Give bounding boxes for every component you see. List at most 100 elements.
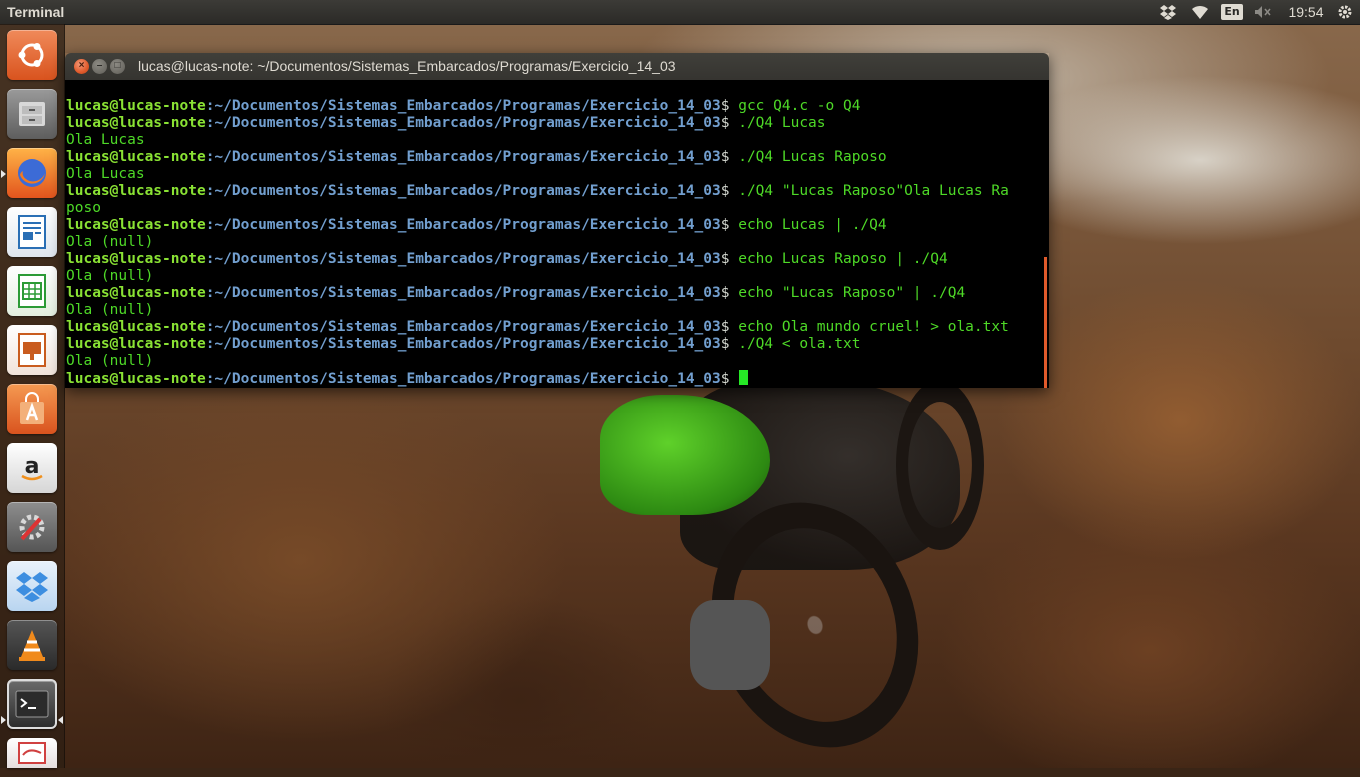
output-text: poso [66, 200, 101, 216]
calc-button[interactable] [7, 266, 57, 316]
gear-icon[interactable] [1335, 0, 1355, 24]
software-center-button[interactable] [7, 384, 57, 434]
wifi-icon[interactable] [1188, 0, 1212, 24]
terminal-output-line: Ola (null) [66, 302, 1009, 319]
command-text: echo "Lucas Raposo" | ./Q4 [729, 285, 966, 301]
amazon-button[interactable]: a [7, 443, 57, 493]
terminal-prompt-line: lucas@lucas-note:~/Documentos/Sistemas_E… [66, 336, 1009, 353]
window-title: lucas@lucas-note: ~/Documentos/Sistemas_… [138, 58, 676, 74]
prompt-path: :~/Documentos/Sistemas_Embarcados/Progra… [205, 319, 721, 335]
prompt-user: lucas@lucas-note [66, 217, 206, 233]
text-cursor [739, 370, 749, 385]
terminal-output-line: poso [66, 200, 1009, 217]
ubuntu-dash-button[interactable] [7, 30, 57, 80]
command-text: ./Q4 Lucas Raposo [729, 149, 887, 165]
wallpaper-rider-boot [690, 600, 770, 690]
prompt-user: lucas@lucas-note [66, 319, 206, 335]
prompt-path: :~/Documentos/Sistemas_Embarcados/Progra… [205, 149, 721, 165]
terminal-window[interactable]: × – □ lucas@lucas-note: ~/Documentos/Sis… [65, 53, 1049, 388]
wallpaper-rear-wheel [896, 380, 984, 550]
scrollbar[interactable] [1044, 257, 1047, 388]
terminal-output-line: Ola (null) [66, 234, 1009, 251]
prompt-path: :~/Documentos/Sistemas_Embarcados/Progra… [205, 183, 721, 199]
text-editor-button[interactable] [7, 738, 57, 768]
running-indicator [1, 716, 6, 724]
terminal-button[interactable] [7, 679, 57, 729]
terminal-prompt-line: lucas@lucas-note:~/Documentos/Sistemas_E… [66, 149, 1009, 166]
command-text: ./Q4 Lucas [729, 115, 826, 131]
dropbox-icon[interactable] [1157, 0, 1179, 24]
prompt-user: lucas@lucas-note [66, 251, 206, 267]
prompt-path: :~/Documentos/Sistemas_Embarcados/Progra… [205, 285, 721, 301]
output-text: Ola Lucas [66, 132, 145, 148]
running-indicator [1, 170, 6, 178]
prompt-path: :~/Documentos/Sistemas_Embarcados/Progra… [205, 336, 721, 352]
svg-text:a: a [25, 454, 40, 479]
writer-button[interactable] [7, 207, 57, 257]
prompt-user: lucas@lucas-note [66, 183, 206, 199]
command-text: echo Ola mundo cruel! > ola.txt [729, 319, 1009, 335]
terminal-content[interactable]: lucas@lucas-note:~/Documentos/Sistemas_E… [65, 80, 1049, 388]
terminal-prompt-line: lucas@lucas-note:~/Documentos/Sistemas_E… [66, 285, 1009, 302]
firefox-button[interactable] [7, 148, 57, 198]
text-editor-icon [18, 742, 46, 764]
dropbox-button[interactable] [7, 561, 57, 611]
clock[interactable]: 19:54 [1284, 0, 1328, 24]
prompt-user: lucas@lucas-note [66, 285, 206, 301]
prompt-user: lucas@lucas-note [66, 336, 206, 352]
focused-indicator [58, 716, 63, 724]
keyboard-language-indicator[interactable]: En [1221, 0, 1243, 24]
prompt-user: lucas@lucas-note [66, 98, 206, 114]
prompt-user: lucas@lucas-note [66, 115, 206, 131]
vlc-button[interactable] [7, 620, 57, 670]
terminal-prompt-line: lucas@lucas-note:~/Documentos/Sistemas_E… [66, 183, 1009, 200]
command-text: gcc Q4.c -o Q4 [729, 98, 861, 114]
terminal-output-line: Ola (null) [66, 268, 1009, 285]
minimize-button[interactable]: – [92, 59, 107, 74]
output-text: Ola (null) [66, 353, 154, 369]
impress-button[interactable] [7, 325, 57, 375]
prompt-path: :~/Documentos/Sistemas_Embarcados/Progra… [205, 251, 721, 267]
presentation-icon [18, 333, 46, 367]
settings-wrench-icon [19, 514, 45, 541]
writer-document-icon [18, 215, 46, 249]
command-text [729, 371, 738, 387]
terminal-icon [15, 690, 49, 718]
system-settings-button[interactable] [7, 502, 57, 552]
output-text: Ola (null) [66, 302, 154, 318]
prompt-path: :~/Documentos/Sistemas_Embarcados/Progra… [205, 371, 721, 387]
prompt-path: :~/Documentos/Sistemas_Embarcados/Progra… [205, 98, 721, 114]
files-button[interactable] [7, 89, 57, 139]
vlc-cone-icon [19, 630, 45, 661]
maximize-button[interactable]: □ [110, 59, 125, 74]
terminal-prompt-line: lucas@lucas-note:~/Documentos/Sistemas_E… [66, 319, 1009, 336]
spreadsheet-icon [18, 274, 46, 308]
terminal-prompt-line: lucas@lucas-note:~/Documentos/Sistemas_E… [66, 115, 1009, 132]
sound-muted-icon[interactable] [1252, 0, 1274, 24]
top-panel: Terminal En 19:54 [0, 0, 1360, 24]
launcher: a [0, 24, 65, 768]
file-cabinet-icon [19, 102, 45, 126]
prompt-path: :~/Documentos/Sistemas_Embarcados/Progra… [205, 217, 721, 233]
terminal-output-line: Ola Lucas [66, 132, 1009, 149]
ubuntu-logo-icon [18, 43, 44, 67]
prompt-user: lucas@lucas-note [66, 371, 206, 387]
window-titlebar[interactable]: × – □ lucas@lucas-note: ~/Documentos/Sis… [65, 53, 1049, 80]
output-text: Ola (null) [66, 234, 154, 250]
terminal-prompt-line: lucas@lucas-note:~/Documentos/Sistemas_E… [66, 98, 1009, 115]
prompt-user: lucas@lucas-note [66, 149, 206, 165]
terminal-prompt-line: lucas@lucas-note:~/Documentos/Sistemas_E… [66, 370, 1009, 387]
output-text: Ola Lucas [66, 166, 145, 182]
close-button[interactable]: × [74, 59, 89, 74]
command-text: ./Q4 < ola.txt [729, 336, 861, 352]
terminal-output-line: Ola (null) [66, 353, 1009, 370]
output-text: Ola (null) [66, 268, 154, 284]
command-text: ./Q4 "Lucas Raposo"Ola Lucas Ra [729, 183, 1009, 199]
active-app-title: Terminal [7, 4, 65, 20]
command-text: echo Lucas Raposo | ./Q4 [729, 251, 948, 267]
shopping-bag-icon [20, 392, 44, 424]
prompt-path: :~/Documentos/Sistemas_Embarcados/Progra… [205, 115, 721, 131]
terminal-lines: lucas@lucas-note:~/Documentos/Sistemas_E… [66, 98, 1009, 387]
dropbox-launcher-icon [16, 572, 48, 602]
terminal-prompt-line: lucas@lucas-note:~/Documentos/Sistemas_E… [66, 251, 1009, 268]
